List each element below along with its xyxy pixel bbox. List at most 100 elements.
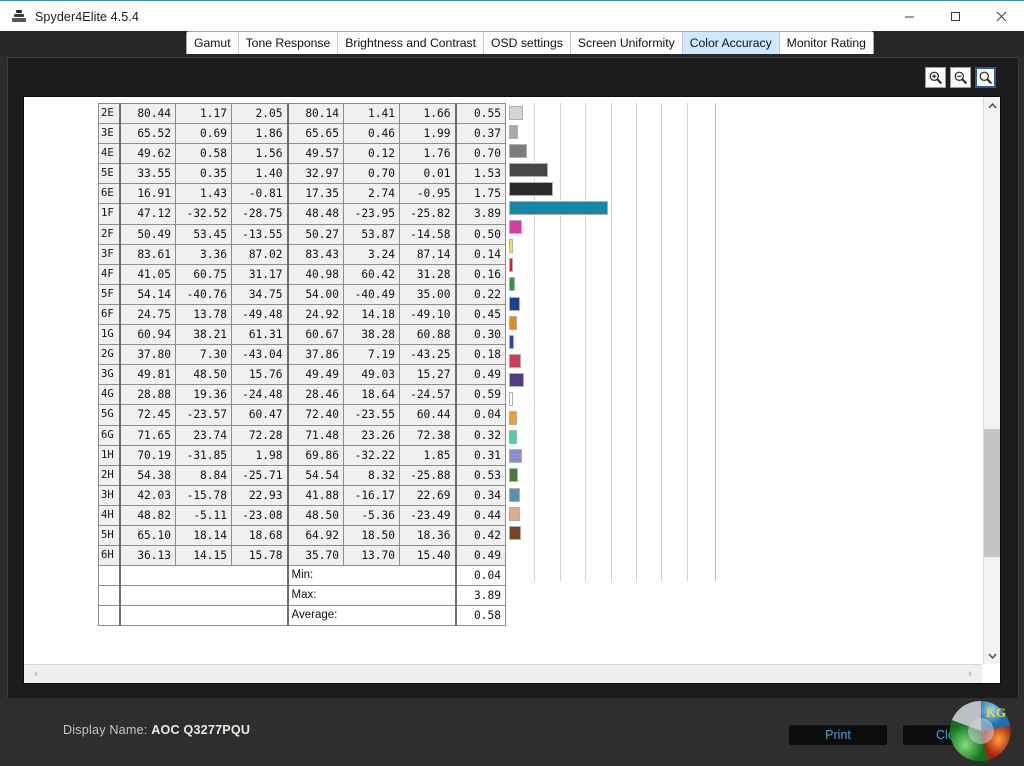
scroll-right-arrow[interactable]: › [961, 665, 979, 683]
cell: 22.93 [231, 484, 288, 506]
cell: 23.74 [175, 424, 232, 446]
cell: -49.48 [231, 303, 288, 326]
cell: 4H [98, 504, 120, 526]
delta-e-bar [509, 162, 548, 177]
close-button[interactable] [978, 1, 1024, 32]
summary-label: Max: [286, 585, 456, 607]
cell: 60.88 [399, 324, 456, 346]
cell: 0.70 [343, 163, 400, 185]
maximize-button[interactable] [932, 1, 978, 32]
scroll-down-arrow[interactable] [984, 647, 1000, 664]
cell: 0.14 [454, 243, 506, 265]
cell: -25.82 [399, 203, 456, 225]
scroll-left-arrow[interactable]: ‹ [27, 665, 45, 683]
cell: 3.24 [343, 243, 400, 265]
tab-color-accuracy[interactable]: Color Accuracy [682, 32, 780, 54]
summary-row: Max: 3.89 [98, 585, 506, 607]
cell: 5G [98, 404, 120, 426]
table-row: 4E 49.62 0.58 1.56 49.57 0.12 1.76 0.70 [98, 143, 506, 165]
cell: -25.88 [399, 464, 456, 486]
cell: 3E [98, 123, 120, 145]
cell: 0.32 [454, 424, 506, 446]
cell: 48.50 [175, 364, 232, 386]
cell: 14.15 [175, 545, 232, 567]
magnifier-icon[interactable] [975, 67, 996, 88]
cell: 0.22 [454, 283, 506, 305]
tab-osd-settings[interactable]: OSD settings [484, 32, 571, 54]
vertical-scrollbar[interactable] [983, 97, 1000, 664]
vertical-scrollbar-thumb[interactable] [984, 429, 1000, 557]
display-name-label: Display Name: AOC Q3277PQU [63, 723, 250, 737]
delta-e-bar [509, 201, 608, 215]
cell: -0.81 [231, 183, 288, 205]
cell: 54.38 [118, 464, 176, 486]
tab-brightness-and-contrast[interactable]: Brightness and Contrast [338, 32, 485, 54]
cell: 80.44 [118, 102, 176, 125]
table-row: 2E 80.44 1.17 2.05 80.14 1.41 1.66 0.55 [98, 102, 506, 125]
tab-gamut[interactable]: Gamut [187, 32, 239, 54]
cell: 18.68 [231, 524, 288, 547]
cell: 42.03 [118, 484, 176, 506]
cell: 0.49 [454, 364, 506, 386]
tab-screen-uniformity[interactable]: Screen Uniformity [570, 32, 683, 54]
horizontal-scrollbar[interactable]: ‹ › [24, 664, 982, 683]
cell: -25.71 [231, 464, 288, 486]
title-bar: Spyder4Elite 4.5.4 [0, 0, 1024, 32]
cell: 1.56 [231, 143, 288, 165]
cell: 15.40 [399, 545, 456, 567]
cell: 60.42 [343, 263, 400, 285]
cell: 14.18 [343, 303, 400, 326]
table-row: 4G 28.88 19.36 -24.48 28.46 18.64 -24.57 0.59 [98, 384, 506, 406]
delta-e-bar [509, 449, 523, 464]
cell: 35.00 [399, 283, 456, 305]
zoom-in-icon[interactable] [925, 67, 946, 88]
cell: 49.62 [118, 143, 176, 165]
measurement-table: 2E 80.44 1.17 2.05 80.14 1.41 1.66 0.55 3E 65.52 0… [98, 102, 506, 627]
print-button[interactable]: Print [789, 725, 887, 745]
cell: 31.28 [399, 263, 456, 285]
cell: 72.38 [399, 424, 456, 446]
cell: 35.70 [286, 545, 344, 567]
cell: 17.35 [286, 183, 344, 205]
delta-e-bar [509, 220, 522, 235]
zoom-out-icon[interactable] [950, 67, 971, 88]
scroll-up-arrow[interactable] [984, 97, 1000, 114]
cell: 15.27 [399, 364, 456, 386]
cell: 0.50 [454, 223, 506, 245]
cell: 2.74 [343, 183, 400, 205]
table-row: 3E 65.52 0.69 1.86 65.65 0.46 1.99 0.37 [98, 123, 506, 145]
cell: -23.95 [343, 203, 400, 225]
cell: -28.75 [231, 203, 288, 225]
spyder-app-icon [11, 9, 27, 25]
cell: 0.58 [175, 143, 232, 165]
delta-e-bar [509, 105, 523, 120]
cell: 18.14 [175, 524, 232, 547]
cell: 49.03 [343, 364, 400, 386]
cell: 0.01 [399, 163, 456, 185]
cell: 7.30 [175, 344, 232, 366]
cell: 72.40 [286, 404, 344, 426]
cell: 83.61 [118, 243, 176, 265]
cell [98, 605, 120, 627]
cell: 5H [98, 524, 120, 547]
cell: 6F [98, 303, 120, 326]
minimize-button[interactable] [886, 1, 932, 32]
summary-value: 0.04 [454, 565, 506, 587]
cell: 0.70 [454, 143, 506, 165]
table-row: 5F 54.14 -40.76 34.75 54.00 -40.49 35.00 0.22 [98, 283, 506, 305]
delta-e-bar [509, 487, 521, 502]
cell: 60.75 [175, 263, 232, 285]
cell: -40.76 [175, 283, 232, 305]
cell: 65.65 [286, 123, 344, 145]
tab-tone-response[interactable]: Tone Response [238, 32, 339, 54]
cell: 6G [98, 424, 120, 446]
table-row: 2F 50.49 53.45 -13.55 50.27 53.87 -14.58 0.50 [98, 223, 506, 245]
cell: -32.52 [175, 203, 232, 225]
delta-e-bar [509, 143, 527, 158]
delta-e-bar [509, 392, 513, 406]
cell: 1.98 [231, 444, 288, 466]
cell: -5.11 [175, 504, 232, 526]
cell: 48.82 [118, 504, 176, 526]
tab-monitor-rating[interactable]: Monitor Rating [779, 32, 873, 54]
cell: 41.88 [286, 484, 344, 506]
